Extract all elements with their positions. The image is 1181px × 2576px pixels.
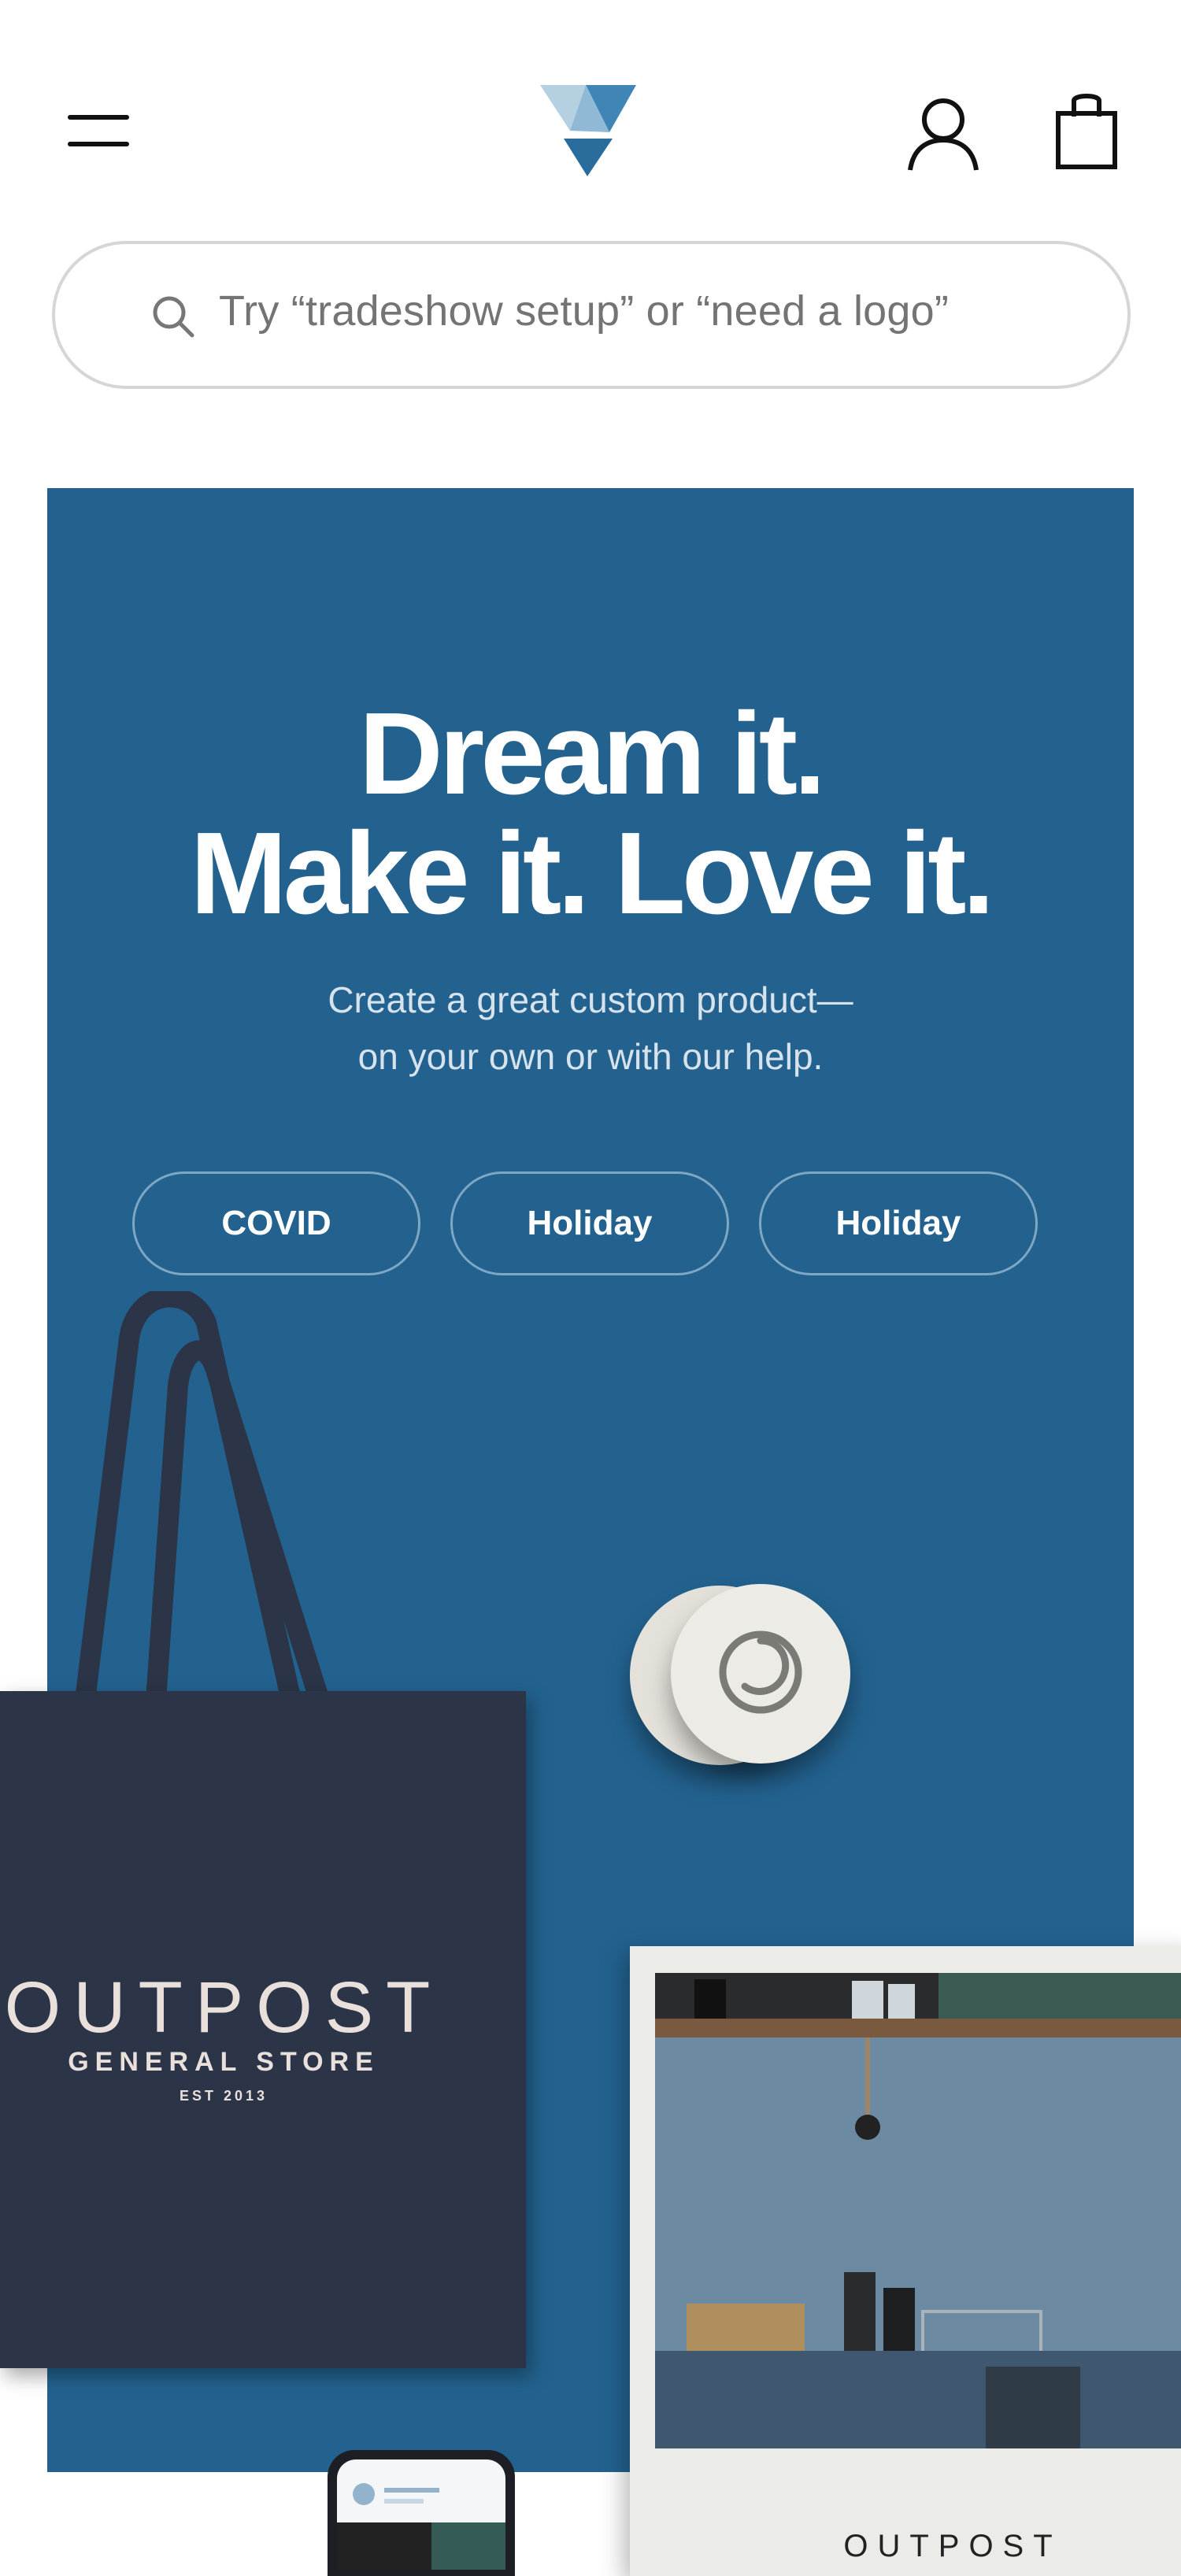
hero-headline: Dream it. Make it. Love it.	[47, 694, 1134, 934]
card-brand: OUTPOST	[843, 2529, 1062, 2563]
search-bar[interactable]: Try “tradeshow setup” or “need a logo”	[52, 241, 1131, 389]
tote-brand: OUTPOST	[4, 1967, 443, 2048]
subline-line-2: on your own or with our help.	[357, 1036, 824, 1077]
tote-subtitle: GENERAL STORE	[68, 2047, 379, 2077]
headline-line-2: Make it. Love it.	[190, 809, 994, 938]
subline-line-1: Create a great custom product—	[328, 979, 853, 1020]
coaster-front[interactable]	[671, 1584, 850, 1764]
coaster-swirl-icon	[719, 1630, 802, 1714]
vistaprint-logo-icon[interactable]	[540, 85, 636, 176]
chip-covid[interactable]: COVID	[132, 1171, 420, 1275]
chip-holiday[interactable]: Holiday	[450, 1171, 729, 1275]
tote-bag-handles	[75, 1291, 330, 1701]
tote-established: EST 2013	[179, 2088, 268, 2104]
phone-screen	[337, 2459, 505, 2570]
search-icon	[153, 296, 194, 338]
kitchen-photo	[655, 1973, 1181, 2448]
user-account-icon[interactable]	[907, 96, 979, 172]
search-placeholder[interactable]: Try “tradeshow setup” or “need a logo”	[219, 287, 949, 335]
hero-subline: Create a great custom product— on your o…	[47, 972, 1134, 1085]
shopping-bag-icon[interactable]	[1055, 91, 1118, 170]
chip-holiday-2[interactable]: Holiday	[759, 1171, 1038, 1275]
hamburger-menu-icon[interactable]	[63, 110, 134, 157]
headline-line-1: Dream it.	[358, 689, 826, 819]
